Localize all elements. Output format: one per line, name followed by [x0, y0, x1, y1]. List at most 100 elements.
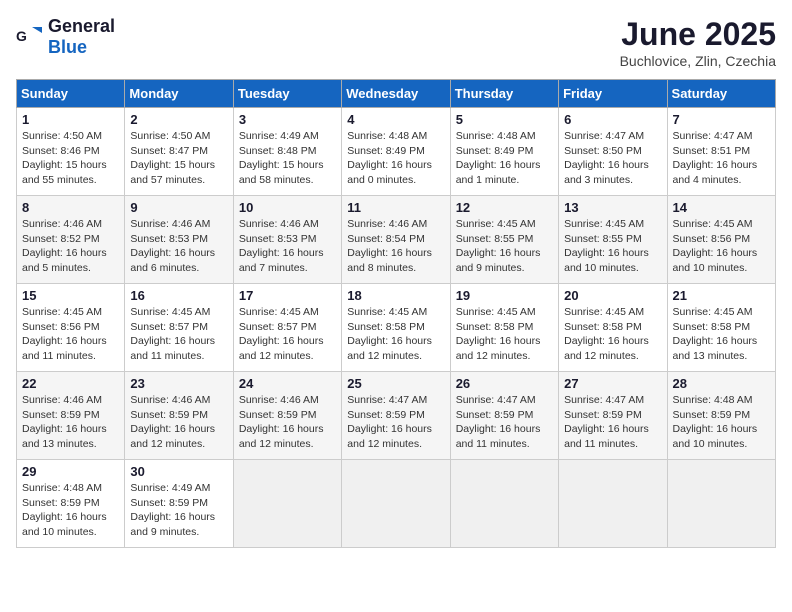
day-number: 8 — [22, 200, 119, 215]
logo-blue-text: Blue — [48, 37, 87, 57]
day-number: 19 — [456, 288, 553, 303]
calendar-cell: 26 Sunrise: 4:47 AMSunset: 8:59 PMDayligh… — [450, 372, 558, 460]
day-info: Sunrise: 4:46 AMSunset: 8:53 PMDaylight:… — [130, 217, 227, 276]
day-info: Sunrise: 4:45 AMSunset: 8:55 PMDaylight:… — [564, 217, 661, 276]
calendar-cell — [667, 460, 775, 548]
day-info: Sunrise: 4:47 AMSunset: 8:50 PMDaylight:… — [564, 129, 661, 188]
calendar-cell: 20 Sunrise: 4:45 AMSunset: 8:58 PMDayligh… — [559, 284, 667, 372]
day-number: 10 — [239, 200, 336, 215]
day-info: Sunrise: 4:45 AMSunset: 8:57 PMDaylight:… — [130, 305, 227, 364]
weekday-header: Thursday — [450, 80, 558, 108]
calendar-header-row: SundayMondayTuesdayWednesdayThursdayFrid… — [17, 80, 776, 108]
day-number: 26 — [456, 376, 553, 391]
day-number: 24 — [239, 376, 336, 391]
calendar-cell: 17Sunrise: 4:45 AMSunset: 8:57 PMDayligh… — [233, 284, 341, 372]
day-info: Sunrise: 4:47 AMSunset: 8:59 PMDaylight:… — [564, 393, 661, 452]
calendar-cell: 1Sunrise: 4:50 AMSunset: 8:46 PMDaylight… — [17, 108, 125, 196]
month-title: June 2025 — [620, 16, 776, 53]
day-number: 2 — [130, 112, 227, 127]
day-info: Sunrise: 4:50 AMSunset: 8:47 PMDaylight:… — [130, 129, 227, 188]
day-number: 28 — [673, 376, 770, 391]
day-number: 11 — [347, 200, 444, 215]
day-info: Sunrise: 4:49 AMSunset: 8:59 PMDaylight:… — [130, 481, 227, 540]
logo-general-text: General — [48, 16, 115, 36]
day-number: 15 — [22, 288, 119, 303]
calendar-cell: 8 Sunrise: 4:46 AMSunset: 8:52 PMDaylight… — [17, 196, 125, 284]
calendar-cell — [233, 460, 341, 548]
calendar-cell — [559, 460, 667, 548]
day-number: 23 — [130, 376, 227, 391]
logo-icon: G — [16, 23, 44, 51]
day-info: Sunrise: 4:45 AMSunset: 8:57 PMDaylight:… — [239, 305, 336, 364]
day-info: Sunrise: 4:47 AMSunset: 8:59 PMDaylight:… — [456, 393, 553, 452]
calendar-cell: 22 Sunrise: 4:46 AMSunset: 8:59 PMDayligh… — [17, 372, 125, 460]
day-info: Sunrise: 4:45 AMSunset: 8:55 PMDaylight:… — [456, 217, 553, 276]
calendar-cell: 16 Sunrise: 4:45 AMSunset: 8:57 PMDayligh… — [125, 284, 233, 372]
day-number: 22 — [22, 376, 119, 391]
day-info: Sunrise: 4:48 AMSunset: 8:59 PMDaylight:… — [22, 481, 119, 540]
day-info: Sunrise: 4:48 AMSunset: 8:49 PMDaylight:… — [347, 129, 444, 188]
day-number: 12 — [456, 200, 553, 215]
day-number: 1 — [22, 112, 119, 127]
calendar-cell: 4Sunrise: 4:48 AMSunset: 8:49 PMDaylight… — [342, 108, 450, 196]
day-info: Sunrise: 4:45 AMSunset: 8:58 PMDaylight:… — [564, 305, 661, 364]
calendar-cell: 28 Sunrise: 4:48 AMSunset: 8:59 PMDayligh… — [667, 372, 775, 460]
day-info: Sunrise: 4:45 AMSunset: 8:58 PMDaylight:… — [456, 305, 553, 364]
day-info: Sunrise: 4:46 AMSunset: 8:52 PMDaylight:… — [22, 217, 119, 276]
day-info: Sunrise: 4:47 AMSunset: 8:51 PMDaylight:… — [673, 129, 770, 188]
calendar-cell: 9 Sunrise: 4:46 AMSunset: 8:53 PMDaylight… — [125, 196, 233, 284]
calendar-cell: 3 Sunrise: 4:49 AMSunset: 8:48 PMDaylight… — [233, 108, 341, 196]
location: Buchlovice, Zlin, Czechia — [620, 53, 776, 69]
calendar: SundayMondayTuesdayWednesdayThursdayFrid… — [16, 79, 776, 548]
day-info: Sunrise: 4:46 AMSunset: 8:53 PMDaylight:… — [239, 217, 336, 276]
logo: G General Blue — [16, 16, 115, 58]
weekday-header: Friday — [559, 80, 667, 108]
day-number: 29 — [22, 464, 119, 479]
weekday-header: Wednesday — [342, 80, 450, 108]
day-number: 7 — [673, 112, 770, 127]
calendar-cell: 24 Sunrise: 4:46 AMSunset: 8:59 PMDayligh… — [233, 372, 341, 460]
day-number: 18 — [347, 288, 444, 303]
day-number: 16 — [130, 288, 227, 303]
day-number: 14 — [673, 200, 770, 215]
day-info: Sunrise: 4:46 AMSunset: 8:59 PMDaylight:… — [22, 393, 119, 452]
day-info: Sunrise: 4:48 AMSunset: 8:59 PMDaylight:… — [673, 393, 770, 452]
weekday-header: Monday — [125, 80, 233, 108]
day-number: 30 — [130, 464, 227, 479]
svg-text:G: G — [16, 28, 27, 44]
header: G General Blue June 2025 Buchlovice, Zli… — [16, 16, 776, 69]
calendar-cell: 14 Sunrise: 4:45 AMSunset: 8:56 PMDayligh… — [667, 196, 775, 284]
day-info: Sunrise: 4:45 AMSunset: 8:56 PMDaylight:… — [673, 217, 770, 276]
day-number: 25 — [347, 376, 444, 391]
calendar-cell: 10 Sunrise: 4:46 AMSunset: 8:53 PMDayligh… — [233, 196, 341, 284]
calendar-cell: 30 Sunrise: 4:49 AMSunset: 8:59 PMDayligh… — [125, 460, 233, 548]
day-info: Sunrise: 4:46 AMSunset: 8:54 PMDaylight:… — [347, 217, 444, 276]
day-info: Sunrise: 4:49 AMSunset: 8:48 PMDaylight:… — [239, 129, 336, 188]
day-info: Sunrise: 4:45 AMSunset: 8:58 PMDaylight:… — [347, 305, 444, 364]
calendar-week-row: 22 Sunrise: 4:46 AMSunset: 8:59 PMDayligh… — [17, 372, 776, 460]
day-number: 20 — [564, 288, 661, 303]
calendar-week-row: 29 Sunrise: 4:48 AMSunset: 8:59 PMDayligh… — [17, 460, 776, 548]
calendar-cell — [450, 460, 558, 548]
day-info: Sunrise: 4:46 AMSunset: 8:59 PMDaylight:… — [239, 393, 336, 452]
calendar-cell: 15 Sunrise: 4:45 AMSunset: 8:56 PMDayligh… — [17, 284, 125, 372]
day-number: 9 — [130, 200, 227, 215]
calendar-cell: 12 Sunrise: 4:45 AMSunset: 8:55 PMDayligh… — [450, 196, 558, 284]
calendar-cell: 6Sunrise: 4:47 AMSunset: 8:50 PMDaylight… — [559, 108, 667, 196]
weekday-header: Saturday — [667, 80, 775, 108]
day-number: 3 — [239, 112, 336, 127]
calendar-cell — [342, 460, 450, 548]
day-number: 13 — [564, 200, 661, 215]
day-info: Sunrise: 4:45 AMSunset: 8:56 PMDaylight:… — [22, 305, 119, 364]
calendar-cell: 5Sunrise: 4:48 AMSunset: 8:49 PMDaylight… — [450, 108, 558, 196]
calendar-cell: 27 Sunrise: 4:47 AMSunset: 8:59 PMDayligh… — [559, 372, 667, 460]
calendar-cell: 18 Sunrise: 4:45 AMSunset: 8:58 PMDayligh… — [342, 284, 450, 372]
weekday-header: Tuesday — [233, 80, 341, 108]
day-info: Sunrise: 4:47 AMSunset: 8:59 PMDaylight:… — [347, 393, 444, 452]
day-number: 27 — [564, 376, 661, 391]
day-info: Sunrise: 4:48 AMSunset: 8:49 PMDaylight:… — [456, 129, 553, 188]
calendar-week-row: 8 Sunrise: 4:46 AMSunset: 8:52 PMDaylight… — [17, 196, 776, 284]
calendar-cell: 23Sunrise: 4:46 AMSunset: 8:59 PMDayligh… — [125, 372, 233, 460]
calendar-week-row: 15 Sunrise: 4:45 AMSunset: 8:56 PMDayligh… — [17, 284, 776, 372]
calendar-cell: 21Sunrise: 4:45 AMSunset: 8:58 PMDayligh… — [667, 284, 775, 372]
